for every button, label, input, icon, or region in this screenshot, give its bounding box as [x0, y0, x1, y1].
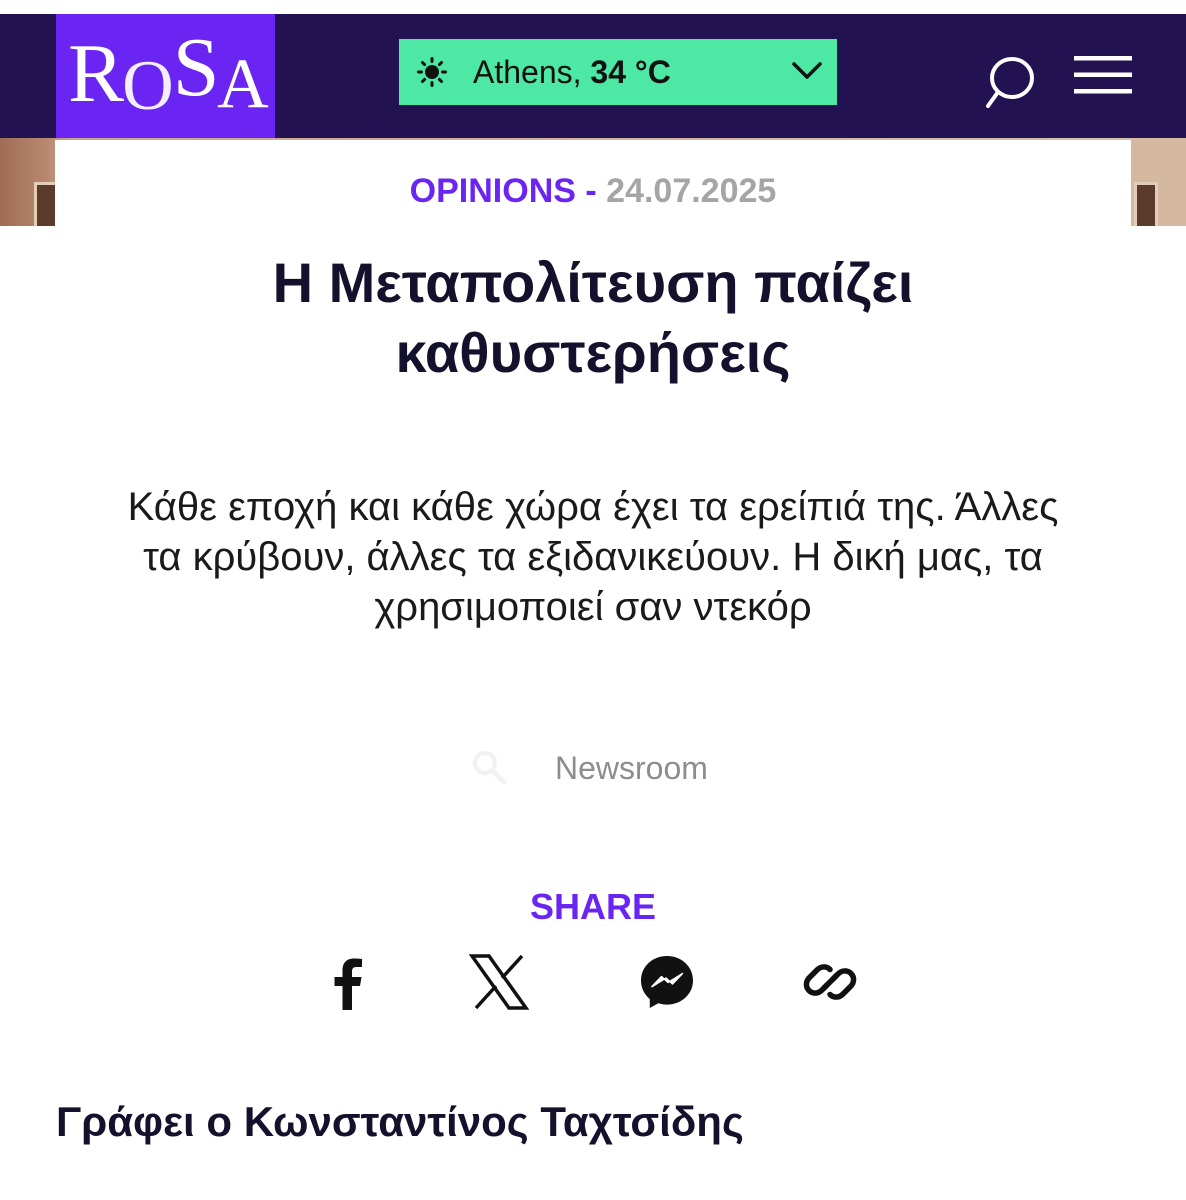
- x-twitter-icon[interactable]: [469, 952, 529, 1012]
- weather-temperature: 34 °C: [590, 53, 671, 90]
- weather-city: Athens,: [473, 53, 582, 90]
- chevron-down-icon: [792, 62, 822, 79]
- author-name[interactable]: Newsroom: [555, 748, 708, 788]
- article-byline: Γράφει ο Κωνσταντίνος Ταχτσίδης: [56, 1098, 744, 1145]
- facebook-icon[interactable]: [318, 952, 378, 1012]
- meta-separator: -: [585, 172, 597, 210]
- logo-wordmark: ROSA: [68, 21, 269, 126]
- article-meta: OPINIONS - 24.07.2025: [0, 172, 1186, 211]
- category-link[interactable]: OPINIONS: [410, 172, 576, 210]
- title-line-2: καθυστερήσεις: [395, 321, 791, 384]
- publish-date: 24.07.2025: [606, 172, 777, 210]
- link-icon[interactable]: [800, 952, 860, 1012]
- hamburger-menu-icon[interactable]: [1074, 56, 1132, 94]
- article-title: Η Μεταπολίτευση παίζει καθυστερήσεις: [0, 248, 1186, 388]
- messenger-icon[interactable]: [637, 952, 697, 1012]
- weather-text: Athens, 34 °C: [473, 54, 671, 91]
- weather-selector[interactable]: Athens, 34 °C: [399, 39, 837, 105]
- sun-icon: [417, 57, 447, 87]
- share-label: SHARE: [529, 886, 657, 927]
- site-header: ROSA Athens, 34 °C: [0, 14, 1186, 138]
- search-icon[interactable]: [984, 54, 1036, 110]
- author-avatar-icon: [473, 751, 507, 785]
- site-logo[interactable]: ROSA: [56, 14, 275, 138]
- title-line-1: Η Μεταπολίτευση παίζει: [272, 251, 914, 314]
- article-lead: Κάθε εποχή και κάθε χώρα έχει τα ερείπιά…: [127, 485, 1059, 629]
